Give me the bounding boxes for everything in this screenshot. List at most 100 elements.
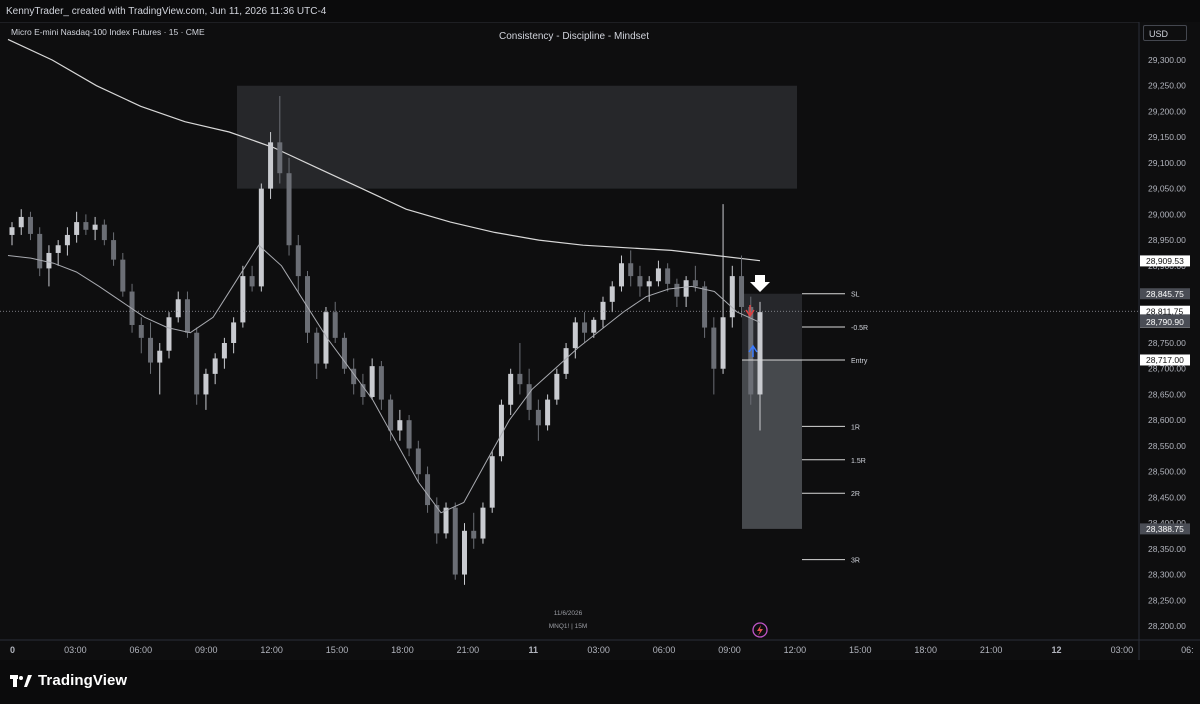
candle-body [471,530,477,539]
x-tick-label: 18:00 [914,645,937,655]
price-label-text: 28,717.00 [1146,355,1184,365]
candle-body [702,286,708,328]
y-tick-label: 28,600.00 [1148,415,1186,425]
candle-body [637,276,643,287]
y-tick-label: 29,000.00 [1148,209,1186,219]
tradingview-logo[interactable]: TradingView [10,672,127,689]
y-tick-label: 29,200.00 [1148,106,1186,116]
y-tick-label: 28,300.00 [1148,570,1186,580]
price-label-text: 28,388.75 [1146,524,1184,534]
candle-body [231,322,237,343]
candle-body [628,263,634,277]
candle-body [332,312,338,338]
candle-body [415,448,421,475]
candle-body [249,276,255,287]
level-label: SL [851,292,860,299]
x-tick-label: 12:00 [784,645,807,655]
candle-body [184,299,190,333]
x-tick-label: 21:00 [457,645,480,655]
candlestick-chart[interactable]: SL -0.5R Entry 1R 1.5R 2R 3R 28,200.00 28,250.00… [0,0,1200,660]
x-tick-label: 03:00 [587,645,610,655]
y-tick-label: 28,650.00 [1148,389,1186,399]
candle-body [618,263,624,287]
candle-body [27,216,33,234]
y-tick-label: 28,200.00 [1148,621,1186,631]
candle-body [406,420,412,449]
candle-body [175,299,181,318]
candle-body [563,348,569,374]
candle-body [461,530,467,575]
y-tick-label: 29,150.00 [1148,132,1186,142]
candle-body [64,234,70,246]
candle-body [74,222,80,235]
candle-body [489,456,495,508]
y-tick-label: 28,350.00 [1148,544,1186,554]
x-tick-label: 15:00 [326,645,349,655]
candle-body [517,373,523,385]
supply-zone [237,85,797,189]
candle-body [138,324,144,338]
candle-body [535,409,541,426]
candle-body [683,280,689,297]
price-label-text: 28,909.53 [1146,256,1184,266]
footer [0,660,1200,704]
currency-selector[interactable]: USD [1143,25,1187,41]
y-tick-label: 28,550.00 [1148,441,1186,451]
candle-body [591,319,597,333]
symbol-annotation: MNQ1! | 15M [549,623,588,630]
candle-body [609,286,615,302]
x-tick-label: 18:00 [391,645,414,655]
candle-body [480,507,486,539]
y-tick-label: 29,300.00 [1148,55,1186,65]
candle-body [545,399,551,426]
candle-body [452,507,458,575]
x-tick-label: 15:00 [849,645,872,655]
candle-body [258,188,264,287]
tradingview-logo-icon [10,674,32,687]
candle-body [692,280,698,287]
x-tick-label: 12 [1052,645,1062,655]
candle-body [37,233,43,269]
candle-body [646,281,652,287]
candle-body [268,142,274,189]
candle-body [9,227,15,235]
y-tick-label: 28,500.00 [1148,467,1186,477]
candle-body [378,366,384,400]
candle-body [277,142,283,174]
level-label: 2R [851,491,860,498]
x-tick-label: 06:00 [653,645,676,655]
x-tick-label: 03:00 [64,645,87,655]
candle-body [286,173,292,246]
candle-body [92,224,98,230]
candle-body [55,245,61,253]
candle-body [46,252,52,269]
y-tick-label: 29,050.00 [1148,184,1186,194]
candle-body [554,373,560,400]
candle-body [148,337,154,363]
candle-body [203,373,209,395]
x-tick-label: 11 [528,645,538,655]
candle-body [655,268,661,282]
candle-body [739,276,745,307]
candle-body [83,222,89,230]
candle-body [314,332,320,364]
x-tick-label: 06:00 [130,645,153,655]
candle-body [240,276,246,323]
symbol-title: Micro E-mini Nasdaq-100 Index Futures · … [11,27,205,37]
candle-body [18,216,24,228]
level-label: -0.5R [851,325,868,332]
candle-body [166,317,172,351]
candle-body [111,240,117,260]
x-tick-label: 09:00 [195,645,218,655]
x-tick-label: 06: [1181,645,1194,655]
y-tick-label: 28,950.00 [1148,235,1186,245]
candle-body [194,332,200,395]
white-down-arrow-icon [750,275,770,292]
candle-body [397,420,403,431]
candle-body [221,343,227,359]
y-tick-label: 28,450.00 [1148,492,1186,502]
y-tick-label: 28,250.00 [1148,595,1186,605]
candle-body [720,317,726,369]
chart-center-title: Consistency - Discipline - Mindset [499,31,649,42]
price-label-text: 28,790.90 [1146,317,1184,327]
